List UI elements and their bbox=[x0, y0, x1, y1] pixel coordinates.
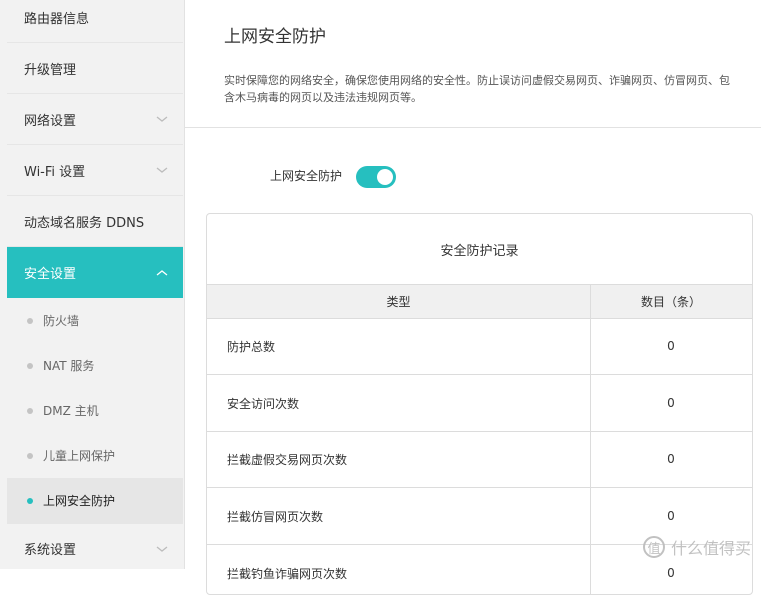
sub-item-label: DMZ 主机 bbox=[43, 404, 99, 418]
bullet-icon bbox=[27, 407, 33, 414]
table-row: 拦截虚假交易网页次数 0 bbox=[207, 431, 752, 488]
chevron-down-icon bbox=[156, 545, 168, 552]
nav-item-label: 动态域名服务 DDNS bbox=[24, 215, 145, 231]
table-row: 防护总数 0 bbox=[207, 318, 752, 375]
nav-item-ddns[interactable]: 动态域名服务 DDNS bbox=[7, 196, 183, 247]
cell-type: 防护总数 bbox=[227, 339, 276, 354]
nav-item-label: 系统设置 bbox=[24, 543, 77, 558]
sub-item-label: 防火墙 bbox=[43, 314, 80, 328]
page-title: 上网安全防护 bbox=[224, 27, 326, 47]
security-toggle[interactable] bbox=[356, 166, 396, 188]
nav-item-upgrade[interactable]: 升级管理 bbox=[7, 43, 183, 94]
nav-item-label: 网络设置 bbox=[24, 113, 77, 129]
sub-item-nat[interactable]: NAT 服务 bbox=[7, 343, 183, 388]
page-description: 实时保障您的网络安全，确保您使用网络的安全性。防止误访问虚假交易网页、诈骗网页、… bbox=[224, 74, 730, 104]
bullet-icon bbox=[27, 497, 33, 504]
main-panel: 上网安全防护 实时保障您的网络安全，确保您使用网络的安全性。防止误访问虚假交易网… bbox=[184, 0, 761, 595]
sub-item-label: 儿童上网保护 bbox=[43, 449, 116, 463]
sub-item-label: NAT 服务 bbox=[43, 359, 95, 373]
sub-item-parental-control[interactable]: 儿童上网保护 bbox=[7, 433, 183, 478]
nav-item-label: 安全设置 bbox=[24, 267, 77, 282]
sidebar: 路由器信息 升级管理 网络设置 Wi-Fi 设置 动态域名服务 DDNS 安全设… bbox=[0, 0, 185, 569]
cell-type: 拦截仿冒网页次数 bbox=[227, 509, 324, 524]
sub-item-internet-security[interactable]: 上网安全防护 bbox=[7, 478, 183, 523]
cell-type: 拦截钓鱼诈骗网页次数 bbox=[227, 566, 348, 581]
nav-item-label: 升级管理 bbox=[24, 62, 77, 78]
nav-item-label: 路由器信息 bbox=[24, 11, 90, 27]
bullet-icon bbox=[27, 452, 33, 459]
toggle-label: 上网安全防护 bbox=[270, 169, 343, 183]
column-header-type: 类型 bbox=[386, 295, 411, 309]
toggle-knob bbox=[377, 169, 393, 185]
column-header-count: 数目（条） bbox=[640, 295, 701, 309]
nav-item-router-info[interactable]: 路由器信息 bbox=[7, 0, 183, 43]
sub-item-firewall[interactable]: 防火墙 bbox=[7, 298, 183, 343]
nav-item-system-settings[interactable]: 系统设置 bbox=[7, 523, 183, 569]
cell-type: 拦截虚假交易网页次数 bbox=[227, 452, 348, 467]
nav-item-security-settings[interactable]: 安全设置 bbox=[7, 247, 183, 298]
bullet-icon bbox=[27, 317, 33, 324]
cell-count: 0 bbox=[667, 452, 675, 466]
watermark-text: 什么值得买 bbox=[670, 539, 751, 558]
table-header: 类型 数目（条） bbox=[207, 284, 752, 319]
chevron-down-icon bbox=[156, 167, 168, 173]
sub-item-label: 上网安全防护 bbox=[43, 494, 116, 508]
cell-count: 0 bbox=[667, 396, 675, 410]
cell-type: 安全访问次数 bbox=[227, 396, 300, 411]
bullet-icon bbox=[27, 362, 33, 369]
chevron-down-icon bbox=[156, 116, 168, 122]
nav-item-label: Wi-Fi 设置 bbox=[24, 164, 86, 180]
records-title: 安全防护记录 bbox=[440, 243, 519, 259]
sub-item-dmz[interactable]: DMZ 主机 bbox=[7, 388, 183, 433]
watermark-logo-icon: 值 bbox=[642, 536, 665, 558]
chevron-up-icon bbox=[156, 269, 168, 276]
cell-count: 0 bbox=[667, 339, 675, 353]
divider bbox=[184, 127, 761, 128]
table-row: 安全访问次数 0 bbox=[207, 375, 752, 432]
nav-item-wifi-settings[interactable]: Wi-Fi 设置 bbox=[7, 145, 183, 196]
watermark: 值 什么值得买 bbox=[642, 535, 751, 559]
nav-item-network-settings[interactable]: 网络设置 bbox=[7, 94, 183, 145]
